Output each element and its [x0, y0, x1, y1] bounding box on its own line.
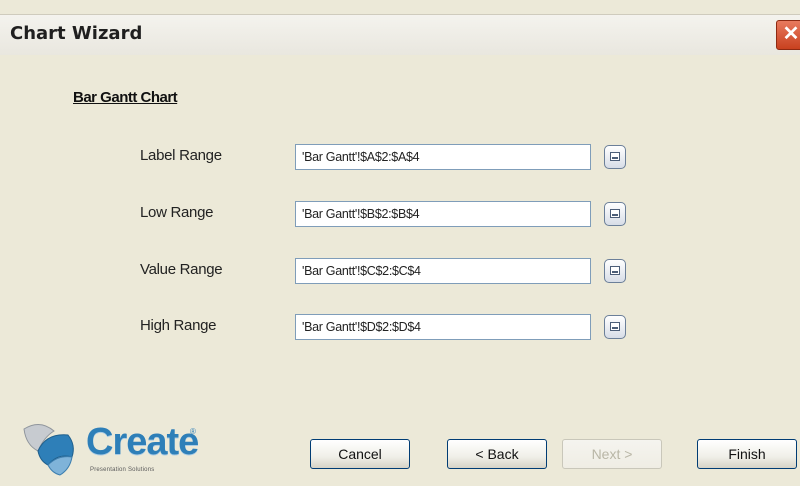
wizard-content: Bar Gantt Chart Label Range Low Range Va…: [0, 55, 800, 486]
next-button[interactable]: Next >: [562, 439, 662, 469]
low-range-input[interactable]: [295, 201, 591, 227]
range-select-icon: [610, 209, 620, 218]
section-heading: Bar Gantt Chart: [73, 89, 178, 106]
logo-wordmark: Create: [86, 421, 199, 463]
high-range-input[interactable]: [295, 314, 591, 340]
low-range-label: Low Range: [140, 204, 214, 221]
cancel-button[interactable]: Cancel: [310, 439, 410, 469]
window-title: Chart Wizard: [10, 23, 143, 44]
create-logo: Create ® Presentation Solutions: [18, 421, 208, 481]
label-range-label: Label Range: [140, 147, 222, 164]
title-bar[interactable]: Chart Wizard ✕: [0, 14, 800, 56]
value-range-input[interactable]: [295, 258, 591, 284]
high-range-label: High Range: [140, 317, 217, 334]
create-logo-icon: [23, 424, 74, 476]
value-range-label: Value Range: [140, 261, 223, 278]
range-select-icon: [610, 322, 620, 331]
finish-button[interactable]: Finish: [697, 439, 797, 469]
close-button[interactable]: ✕: [776, 20, 800, 50]
logo-trademark: ®: [190, 427, 196, 436]
chart-wizard-dialog: Chart Wizard ✕ Bar Gantt Chart Label Ran…: [0, 0, 800, 486]
low-range-select-button[interactable]: [604, 202, 626, 226]
back-button[interactable]: < Back: [447, 439, 547, 469]
high-range-select-button[interactable]: [604, 315, 626, 339]
range-select-icon: [610, 266, 620, 275]
label-range-input[interactable]: [295, 144, 591, 170]
close-icon: ✕: [782, 23, 800, 45]
range-select-icon: [610, 152, 620, 161]
logo-tagline: Presentation Solutions: [90, 467, 155, 473]
value-range-select-button[interactable]: [604, 259, 626, 283]
label-range-select-button[interactable]: [604, 145, 626, 169]
